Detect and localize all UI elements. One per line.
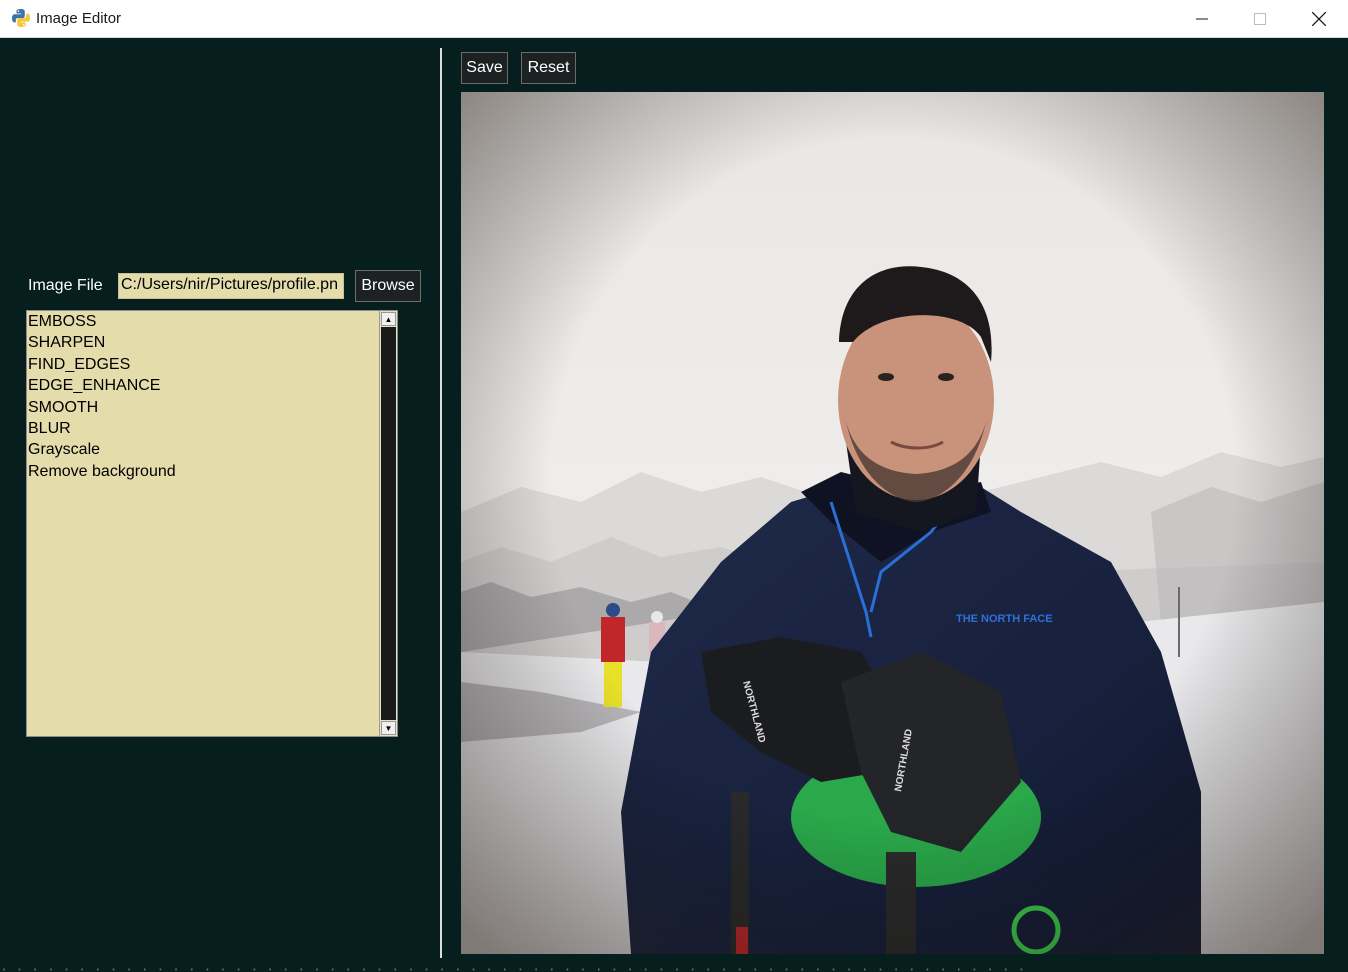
minimize-icon	[1196, 18, 1208, 20]
image-file-label: Image File	[28, 277, 103, 294]
minimize-button[interactable]	[1173, 0, 1231, 38]
filter-item-emboss[interactable]: EMBOSS	[27, 311, 379, 332]
save-button[interactable]: Save	[461, 52, 508, 84]
filter-list: EMBOSS SHARPEN FIND_EDGES EDGE_ENHANCE S…	[27, 311, 379, 482]
filter-item-grayscale[interactable]: Grayscale	[27, 439, 379, 460]
image-preview: THE NORTH FACE NORTHLAND NORTHLAND	[461, 92, 1324, 954]
maximize-button[interactable]	[1231, 0, 1289, 38]
reset-button[interactable]: Reset	[521, 52, 576, 84]
filter-item-edge-enhance[interactable]: EDGE_ENHANCE	[27, 375, 379, 396]
scrollbar-thumb[interactable]	[381, 327, 396, 720]
console-output-strip: · · · · · · · · · · · · · · · · · · · · …	[0, 963, 1026, 972]
scroll-down-arrow[interactable]: ▼	[381, 721, 396, 735]
preview-photo: THE NORTH FACE NORTHLAND NORTHLAND	[461, 92, 1324, 954]
python-icon	[12, 9, 30, 27]
browse-button[interactable]: Browse	[355, 270, 421, 302]
pane-divider[interactable]	[440, 48, 442, 958]
filter-item-remove-background[interactable]: Remove background	[27, 461, 379, 482]
filter-item-smooth[interactable]: SMOOTH	[27, 397, 379, 418]
close-icon	[1312, 12, 1326, 26]
filter-item-sharpen[interactable]: SHARPEN	[27, 332, 379, 353]
scroll-up-arrow[interactable]: ▲	[381, 312, 396, 326]
filter-item-blur[interactable]: BLUR	[27, 418, 379, 439]
filter-item-find-edges[interactable]: FIND_EDGES	[27, 354, 379, 375]
window-title: Image Editor	[36, 10, 122, 27]
listbox-scrollbar[interactable]: ▲ ▼	[379, 311, 397, 736]
filter-listbox[interactable]: EMBOSS SHARPEN FIND_EDGES EDGE_ENHANCE S…	[26, 310, 398, 737]
maximize-icon	[1254, 13, 1266, 25]
title-bar: Image Editor	[0, 0, 1348, 38]
close-button[interactable]	[1290, 0, 1348, 38]
image-file-input[interactable]: C:/Users/nir/Pictures/profile.pn	[118, 273, 344, 299]
